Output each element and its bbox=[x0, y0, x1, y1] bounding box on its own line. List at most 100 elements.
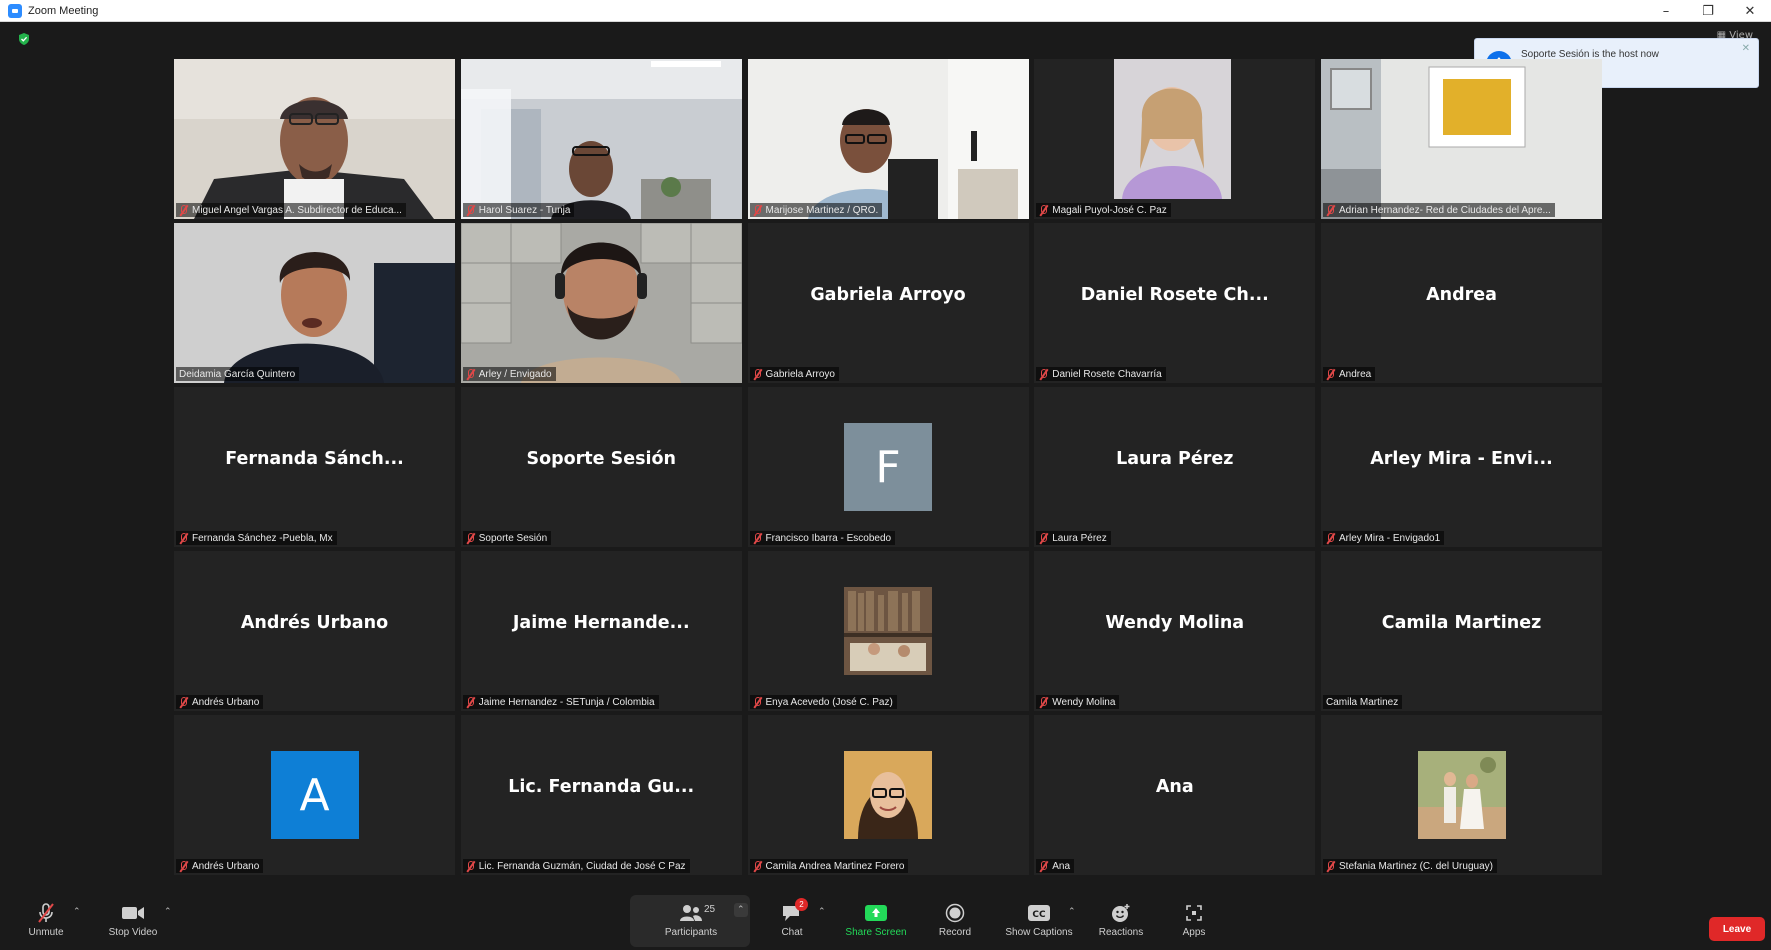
participant-name-text: Magali Puyol-José C. Paz bbox=[1052, 204, 1167, 216]
video-options-chevron-icon[interactable]: ⌃ bbox=[164, 907, 172, 917]
chat-label: Chat bbox=[781, 926, 803, 938]
participant-tile[interactable]: Stefania Martinez (C. del Uruguay) bbox=[1321, 715, 1602, 875]
participant-name-text: Arley Mira - Envigado1 bbox=[1339, 532, 1441, 544]
muted-mic-icon bbox=[179, 532, 188, 544]
muted-mic-icon bbox=[179, 696, 188, 708]
muted-mic-icon bbox=[753, 368, 762, 380]
zoom-app-icon bbox=[8, 3, 22, 18]
muted-mic-icon bbox=[1039, 696, 1048, 708]
participant-tile[interactable]: Magali Puyol-José C. Paz bbox=[1034, 59, 1316, 219]
participant-name-label: Deidamia García Quintero bbox=[176, 367, 300, 381]
participant-video bbox=[174, 223, 455, 383]
participant-display-name: Gabriela Arroyo bbox=[810, 285, 966, 305]
participant-tile[interactable]: Wendy Molina Wendy Molina bbox=[1034, 551, 1316, 711]
participant-tile[interactable]: Fernanda Sánch... Fernanda Sánchez -Puebl… bbox=[174, 387, 455, 547]
participant-tile[interactable]: Ana Ana bbox=[1034, 715, 1316, 875]
captions-options-chevron-icon[interactable]: ⌃ bbox=[1068, 907, 1076, 917]
participant-display-name: Ana bbox=[1155, 777, 1194, 797]
participant-display-name: Arley Mira - Envi... bbox=[1370, 449, 1553, 469]
participant-tile[interactable]: Andrea Andrea bbox=[1321, 223, 1602, 383]
muted-mic-icon bbox=[466, 204, 475, 216]
share-screen-label: Share Screen bbox=[845, 926, 907, 938]
unmute-button[interactable]: Unmute bbox=[22, 889, 70, 950]
security-shield-icon[interactable] bbox=[17, 32, 31, 46]
meeting-toolbar: Unmute ⌃ Stop Video ⌃ 25 Participants ⌃ … bbox=[0, 889, 1771, 950]
participant-display-name: Wendy Molina bbox=[1105, 613, 1245, 633]
participant-name-label: Camila Andrea Martinez Forero bbox=[749, 859, 909, 873]
restore-icon[interactable]: ❐ bbox=[1687, 0, 1729, 22]
participant-tile[interactable]: A Andrés Urbano bbox=[174, 715, 455, 875]
participant-tile[interactable]: Andrés Urbano Andrés Urbano bbox=[174, 551, 455, 711]
participant-avatar: F bbox=[844, 423, 932, 511]
participant-name-label: Francisco Ibarra - Escobedo bbox=[749, 531, 896, 545]
muted-mic-icon bbox=[753, 696, 762, 708]
participant-tile[interactable]: Soporte Sesión Soporte Sesión bbox=[460, 387, 742, 547]
muted-mic-icon bbox=[753, 860, 762, 872]
close-notification-icon[interactable]: ✕ bbox=[1742, 43, 1750, 54]
leave-button[interactable]: Leave bbox=[1709, 917, 1765, 941]
participant-name-label: Jaime Hernandez - SETunja / Colombia bbox=[462, 695, 659, 709]
participant-tile[interactable]: Arley Mira - Envi... Arley Mira - Envigad… bbox=[1321, 387, 1602, 547]
participant-name-label: Enya Acevedo (José C. Paz) bbox=[749, 695, 897, 709]
participant-name-text: Camila Andrea Martinez Forero bbox=[765, 860, 905, 872]
participant-name-text: Fernanda Sánchez -Puebla, Mx bbox=[192, 532, 333, 544]
participant-name-text: Andrés Urbano bbox=[192, 860, 260, 872]
stop-video-button[interactable]: Stop Video bbox=[100, 889, 166, 950]
participant-tile[interactable]: Enya Acevedo (José C. Paz) bbox=[747, 551, 1029, 711]
participant-name-label: Ana bbox=[1036, 859, 1075, 873]
participant-tile[interactable]: Arley / Envigado bbox=[460, 223, 742, 383]
participant-name-text: Harol Suarez - Tunja bbox=[478, 204, 571, 216]
minimize-icon[interactable]: – bbox=[1645, 0, 1687, 22]
participant-tile[interactable]: Laura Pérez Laura Pérez bbox=[1034, 387, 1316, 547]
participant-tile[interactable]: Lic. Fernanda Gu... Lic. Fernanda Guzmán,… bbox=[460, 715, 742, 875]
audio-options-chevron-icon[interactable]: ⌃ bbox=[73, 907, 81, 917]
participant-tile[interactable]: Adrian Hernandez- Red de Ciudades del Ap… bbox=[1321, 59, 1602, 219]
participant-video bbox=[460, 223, 742, 383]
participant-tile[interactable]: Jaime Hernande... Jaime Hernandez - SETun… bbox=[460, 551, 742, 711]
participant-display-name: Camila Martinez bbox=[1381, 613, 1542, 633]
participant-tile[interactable]: Daniel Rosete Ch... Daniel Rosete Chavarr… bbox=[1034, 223, 1316, 383]
participant-display-name: Laura Pérez bbox=[1116, 449, 1234, 469]
muted-mic-icon bbox=[1039, 368, 1048, 380]
participant-count: 25 bbox=[704, 903, 716, 915]
participant-tile[interactable]: Camila Andrea Martinez Forero bbox=[747, 715, 1029, 875]
participant-name-label: Soporte Sesión bbox=[462, 531, 552, 545]
participant-profile-photo bbox=[844, 587, 932, 675]
record-button[interactable]: Record bbox=[930, 889, 980, 950]
title-bar: Zoom Meeting – ❐ ✕ bbox=[0, 0, 1771, 22]
participant-tile[interactable]: Gabriela Arroyo Gabriela Arroyo bbox=[747, 223, 1029, 383]
participant-tile[interactable]: Marijose Martinez / QRO. bbox=[747, 59, 1029, 219]
participants-options-chevron-icon[interactable]: ⌃ bbox=[734, 903, 748, 917]
apps-button[interactable]: Apps bbox=[1172, 889, 1216, 950]
participant-video bbox=[747, 59, 1029, 219]
participant-tile[interactable]: Camila Martinez Camila Martinez bbox=[1321, 551, 1602, 711]
unmute-label: Unmute bbox=[28, 926, 64, 938]
participant-tile[interactable]: F Francisco Ibarra - Escobedo bbox=[747, 387, 1029, 547]
apps-label: Apps bbox=[1182, 926, 1206, 938]
muted-mic-icon bbox=[179, 204, 188, 216]
participant-video bbox=[460, 59, 742, 219]
share-screen-button[interactable]: Share Screen bbox=[840, 889, 912, 950]
participant-tile[interactable]: Harol Suarez - Tunja bbox=[460, 59, 742, 219]
chat-button[interactable]: 2 Chat bbox=[770, 889, 814, 950]
participants-button[interactable]: 25 Participants bbox=[656, 889, 726, 950]
muted-mic-icon bbox=[466, 860, 475, 872]
participant-name-label: Magali Puyol-José C. Paz bbox=[1036, 203, 1171, 217]
muted-mic-icon bbox=[1326, 368, 1335, 380]
close-window-icon[interactable]: ✕ bbox=[1729, 0, 1771, 22]
microphone-muted-icon bbox=[33, 902, 59, 924]
apps-icon bbox=[1181, 902, 1207, 924]
participant-name-label: Andrés Urbano bbox=[176, 695, 264, 709]
participant-name-text: Camila Martinez bbox=[1326, 696, 1399, 708]
show-captions-button[interactable]: CC Show Captions bbox=[1000, 889, 1078, 950]
chat-options-chevron-icon[interactable]: ⌃ bbox=[818, 907, 826, 917]
participant-name-text: Lic. Fernanda Guzmán, Ciudad de José C P… bbox=[478, 860, 686, 872]
stop-video-label: Stop Video bbox=[108, 926, 158, 938]
participant-name-text: Miguel Angel Vargas A. Subdirector de Ed… bbox=[192, 204, 402, 216]
participant-tile[interactable]: Miguel Angel Vargas A. Subdirector de Ed… bbox=[174, 59, 455, 219]
reactions-button[interactable]: Reactions bbox=[1090, 889, 1152, 950]
participant-name-text: Daniel Rosete Chavarría bbox=[1052, 368, 1162, 380]
participant-display-name: Andrea bbox=[1426, 285, 1497, 305]
participant-tile[interactable]: Deidamia García Quintero bbox=[174, 223, 455, 383]
muted-mic-icon bbox=[1326, 860, 1335, 872]
